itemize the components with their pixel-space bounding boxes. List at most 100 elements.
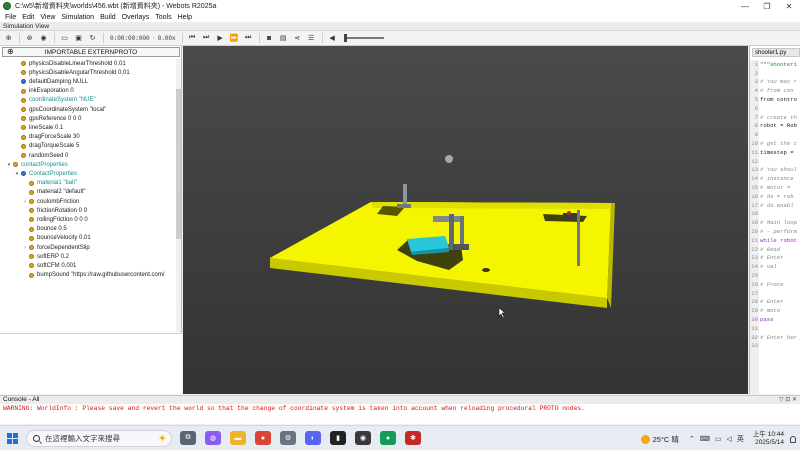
line-number: 14 — [751, 175, 758, 183]
scene-tree-row[interactable]: bumpSound "https://raw.githubusercontent… — [0, 271, 165, 280]
clock[interactable]: 上午 10:44 2025/5/14 — [753, 431, 784, 447]
revert-world-button[interactable]: ↻ — [86, 32, 99, 44]
simulation-view-label: Simulation View — [0, 22, 800, 31]
menu-help[interactable]: Help — [175, 14, 195, 21]
menu-simulation[interactable]: Simulation — [58, 14, 97, 21]
expand-arrow-icon[interactable]: › — [22, 199, 28, 205]
volume-slider-knob[interactable] — [343, 34, 347, 42]
scene-tree-row[interactable]: › forceDependentSlip — [0, 243, 90, 252]
menu-view[interactable]: View — [37, 14, 58, 21]
menu-build[interactable]: Build — [97, 14, 119, 21]
settings-icon[interactable]: ⚙ — [280, 431, 296, 445]
line-number: 8 — [754, 122, 758, 130]
scene-tree-row[interactable]: randomSeed 0 — [0, 151, 68, 160]
scene-tree-row-label: physicsDisableAngularThreshold 0.01 — [29, 69, 130, 76]
minimize-button[interactable]: — — [734, 0, 756, 12]
sound-button[interactable]: ◀ — [326, 32, 339, 44]
scene-tree-row[interactable]: lineScale 0.1 — [0, 123, 63, 132]
windows-start-button[interactable] — [7, 433, 18, 444]
chrome-2-icon[interactable]: ● — [380, 431, 396, 445]
weather-widget[interactable]: 25°C 晴 — [640, 434, 679, 445]
share-button[interactable]: ⋖ — [291, 32, 304, 44]
scene-tree-row[interactable]: physicsDisableLinearThreshold 0.01 — [0, 59, 126, 68]
scene-tree-row[interactable]: dragTorqueScale 5 — [0, 142, 79, 151]
close-button[interactable]: ✕ — [778, 0, 800, 12]
menu-edit[interactable]: Edit — [19, 14, 37, 21]
expand-arrow-icon[interactable]: ▾ — [6, 162, 12, 168]
scene-tree-row[interactable]: rollingFriction 0 0 0 — [0, 215, 88, 224]
maximize-button[interactable]: ❐ — [756, 0, 778, 12]
chrome-icon[interactable]: ● — [255, 431, 271, 445]
editor-tab-shooter1[interactable]: shooter1.py — [752, 48, 800, 57]
webots-app-icon[interactable]: ✱ — [405, 431, 421, 445]
scene-tree-row[interactable]: inkEvaporation 0 — [0, 87, 74, 96]
menu-overlays[interactable]: Overlays — [119, 14, 153, 21]
scrollbar-thumb[interactable] — [176, 89, 181, 239]
code-area[interactable]: 1 """shooter1 2 3 # You may r 4 # from con 5 fro… — [750, 60, 800, 394]
scene-tree-row[interactable]: coordinateSystem "NUE" — [0, 96, 96, 105]
menu-file[interactable]: File — [2, 14, 19, 21]
field-icon — [29, 217, 34, 223]
file-explorer-icon[interactable]: ▬ — [230, 431, 246, 445]
screenshot-button[interactable]: ◙ — [263, 32, 276, 44]
scene-tree-row[interactable]: ▾ ContactProperties — [0, 169, 77, 178]
scene-tree-row[interactable]: softCFM 0.001 — [0, 261, 76, 270]
expand-arrow-icon[interactable]: › — [22, 245, 28, 251]
scene-tree-row[interactable]: gpsReference 0 0 0 — [0, 114, 81, 123]
open-world-button[interactable]: ▭ — [58, 32, 71, 44]
line-number: 31 — [751, 324, 758, 332]
volume-icon[interactable]: ◁ — [727, 435, 732, 443]
left-post[interactable] — [403, 184, 407, 206]
fastest-button[interactable]: ⏭ — [242, 32, 255, 44]
network-icon[interactable]: ▭ — [715, 435, 722, 443]
language-indicator[interactable]: 英 — [737, 434, 744, 444]
scene-tree-row[interactable]: softERP 0.2 — [0, 252, 69, 261]
line-number: 7 — [754, 113, 758, 121]
record-movie-button[interactable]: ▤ — [277, 32, 290, 44]
reload-world-button[interactable]: ⊛ — [23, 32, 36, 44]
add-node-button[interactable]: ⊕ — [2, 32, 15, 44]
scene-tree-row[interactable]: physicsDisableAngularThreshold 0.01 — [0, 68, 130, 77]
menu-tools[interactable]: Tools — [152, 14, 174, 21]
taskbar-search-box[interactable]: 在這裡輸入文字來搜尋 ✦ — [26, 430, 172, 447]
scene-tree-row[interactable]: material2 "default" — [0, 188, 86, 197]
3d-scene — [270, 155, 615, 319]
console-controls[interactable]: ▽ ⊡ ✕ — [779, 396, 797, 404]
line-number: 25 — [751, 272, 758, 280]
expand-arrow-icon[interactable]: ▾ — [14, 171, 20, 177]
fast-forward-button[interactable]: ⏩ — [228, 32, 241, 44]
scene-tree-row-label: physicsDisableLinearThreshold 0.01 — [29, 60, 126, 67]
notification-bell-icon[interactable] — [790, 435, 796, 443]
console-output[interactable]: WARNING: WorldInfo : Please save and rev… — [0, 404, 800, 424]
scene-tree-row[interactable]: bounce 0.5 — [0, 225, 67, 234]
copilot-app-icon[interactable]: ◍ — [205, 431, 221, 445]
play-button[interactable]: ▶ — [214, 32, 227, 44]
importable-externproto-button[interactable]: ⊕ IMPORTABLE EXTERNPROTO — [2, 47, 180, 57]
scene-tree-scrollbar[interactable] — [176, 59, 181, 332]
view-visibility-button[interactable]: ◉ — [37, 32, 50, 44]
discord-icon[interactable]: ◐ — [305, 431, 321, 445]
scene-tree-row[interactable]: dragForceScale 30 — [0, 133, 80, 142]
more-button[interactable]: ☰ — [305, 32, 318, 44]
plus-circle-icon: ⊕ — [5, 35, 12, 42]
scene-tree-row[interactable]: bounceVelocity 0.01 — [0, 234, 91, 243]
step-button[interactable]: ⏭ — [200, 32, 213, 44]
volume-slider[interactable] — [343, 34, 384, 42]
keyboard-icon[interactable]: ⌨ — [700, 435, 710, 443]
scene-tree-row[interactable]: gpsCoordinateSystem "local" — [0, 105, 106, 114]
3d-view[interactable] — [183, 46, 748, 394]
robot-arm[interactable] — [433, 216, 461, 222]
scene-tree-row[interactable]: defaultDamping NULL — [0, 77, 88, 86]
save-world-button[interactable]: ▣ — [72, 32, 85, 44]
app-circle-icon[interactable]: ◉ — [355, 431, 371, 445]
chevron-up-icon[interactable]: ⌃ — [689, 435, 695, 443]
terminal-icon[interactable]: ▮ — [330, 431, 346, 445]
right-post[interactable] — [577, 210, 580, 266]
scene-tree-row[interactable]: frictionRotation 0 0 — [0, 206, 87, 215]
task-view-icon[interactable]: ⧉ — [180, 431, 196, 445]
ball[interactable] — [445, 155, 453, 163]
scene-tree-row[interactable]: material1 "ball" — [0, 179, 77, 188]
scene-tree-row[interactable]: › coulombFriction — [0, 197, 79, 206]
reset-simulation-button[interactable]: ⏮ — [186, 32, 199, 44]
scene-tree-row[interactable]: ▾ contactProperties — [0, 160, 68, 169]
